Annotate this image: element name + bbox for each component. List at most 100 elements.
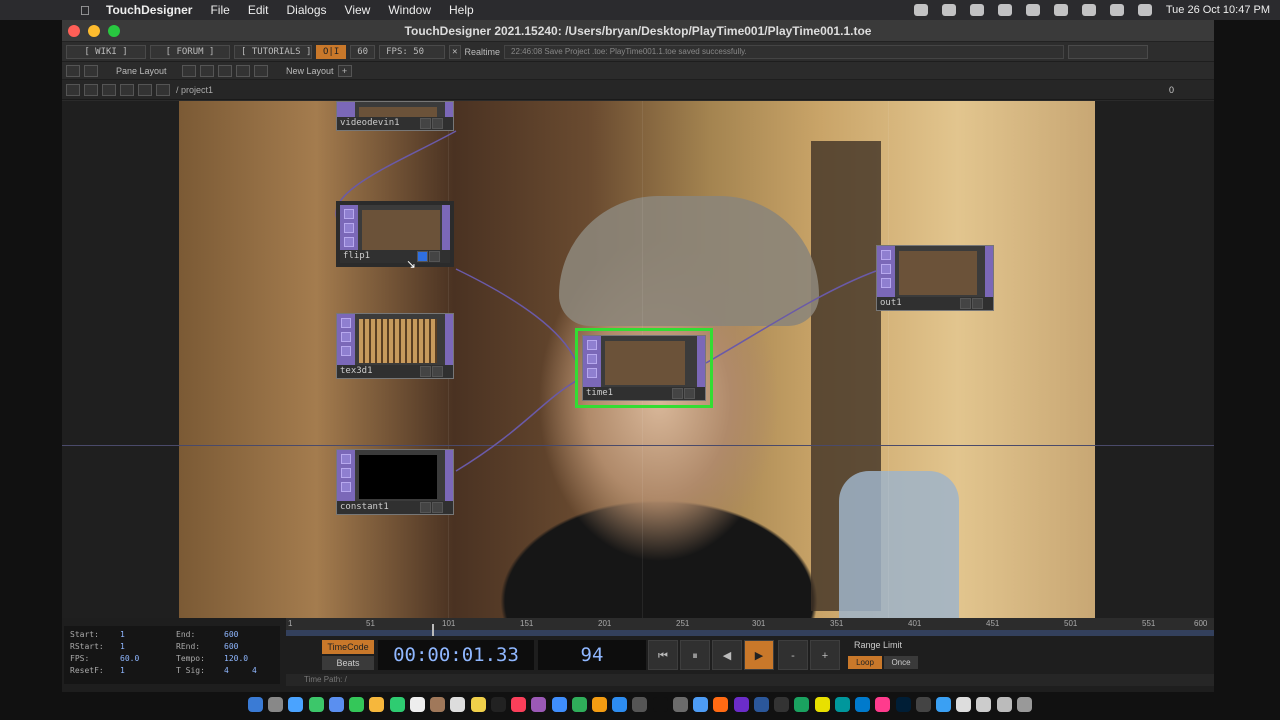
zoom-icon[interactable] — [108, 25, 120, 37]
apple-icon[interactable]:  — [80, 3, 94, 18]
node-display-flag[interactable] — [684, 388, 695, 399]
activity-icon[interactable] — [915, 696, 931, 712]
chevron-down-icon[interactable] — [66, 83, 80, 96]
maps-icon[interactable] — [349, 696, 365, 712]
node-flip1[interactable]: flip1 — [336, 201, 454, 267]
add-icon[interactable] — [120, 83, 134, 96]
system-preferences-icon[interactable] — [632, 696, 648, 712]
safari-icon[interactable] — [288, 696, 304, 712]
podcasts-icon[interactable] — [531, 696, 547, 712]
menu-dialogs[interactable]: Dialogs — [287, 3, 327, 17]
back-icon[interactable] — [102, 83, 116, 96]
node-tex3d1[interactable]: tex3d1 — [336, 313, 454, 379]
node-out1[interactable]: out1 — [876, 245, 994, 311]
start-value[interactable]: 1 — [120, 630, 125, 639]
node-display-flag[interactable] — [432, 502, 443, 513]
wifi-icon[interactable] — [1081, 4, 1096, 16]
downloads-folder-icon[interactable] — [935, 696, 951, 712]
control-center-icon[interactable] — [1137, 4, 1152, 16]
network-path[interactable]: / project1 — [176, 85, 213, 95]
time-machine-icon[interactable] — [969, 4, 984, 16]
time-path-field[interactable]: Time Path: / — [286, 674, 1214, 686]
play-reverse-icon[interactable]: ◀ — [712, 640, 742, 670]
new-layout-button[interactable]: New Layout — [286, 66, 334, 76]
menu-file[interactable]: File — [210, 3, 229, 17]
notes-icon[interactable] — [470, 696, 486, 712]
tv-icon[interactable] — [490, 696, 506, 712]
node-viewer-flag[interactable] — [420, 366, 431, 377]
loop-button[interactable]: Loop — [848, 656, 882, 669]
menu-edit[interactable]: Edit — [248, 3, 269, 17]
volume-icon[interactable] — [997, 4, 1012, 16]
search-icon[interactable] — [1109, 4, 1124, 16]
once-button[interactable]: Once — [884, 656, 918, 669]
github-icon[interactable] — [774, 696, 790, 712]
tsig-denominator[interactable]: 4 — [252, 666, 257, 675]
step-back-button[interactable]: - — [778, 640, 808, 670]
node-viewer-flag[interactable] — [960, 298, 971, 309]
node-time1[interactable]: time1 — [575, 328, 713, 408]
screenshots-stack-icon[interactable] — [976, 696, 992, 712]
node-viewer-flag[interactable] — [420, 118, 431, 129]
menu-app-name[interactable]: TouchDesigner — [106, 3, 192, 17]
home-icon[interactable] — [156, 83, 170, 96]
node-videodevin1[interactable]: videodevin1 — [336, 101, 454, 131]
tsig-numerator[interactable]: 4 — [224, 666, 229, 675]
pane-icon[interactable] — [66, 64, 80, 77]
wiki-button[interactable]: [ WIKI ] — [66, 44, 146, 59]
end-value[interactable]: 600 — [224, 630, 238, 639]
node-viewer-flag[interactable] — [672, 388, 683, 399]
pages-icon[interactable] — [591, 696, 607, 712]
timeline-ruler[interactable]: 1 51 101 151 201 251 301 351 401 451 501… — [286, 618, 1214, 630]
node-display-flag[interactable] — [432, 366, 443, 377]
trash-icon[interactable] — [1016, 696, 1032, 712]
node-viewer-flag[interactable] — [420, 502, 431, 513]
layout-split-v-button[interactable] — [200, 64, 214, 77]
timecode-display[interactable]: 00:00:01.33 — [378, 640, 534, 670]
add-layout-button[interactable]: + — [337, 64, 352, 77]
bluetooth-icon[interactable] — [1025, 4, 1040, 16]
playhead[interactable] — [431, 624, 434, 636]
menu-window[interactable]: Window — [388, 3, 431, 17]
arduino-icon[interactable] — [834, 696, 850, 712]
firefox-icon[interactable] — [713, 696, 729, 712]
recent-stack-icon[interactable] — [996, 696, 1012, 712]
close-icon[interactable] — [68, 25, 80, 37]
tempo-value[interactable]: 120.0 — [224, 654, 248, 663]
keynote-icon[interactable] — [612, 696, 628, 712]
launchpad-icon[interactable] — [268, 696, 284, 712]
layout-triple-button[interactable] — [254, 64, 268, 77]
battery-icon[interactable] — [1053, 4, 1068, 16]
wire[interactable] — [705, 270, 877, 364]
documents-stack-icon[interactable] — [956, 696, 972, 712]
beats-mode-button[interactable]: Beats — [322, 656, 374, 670]
layout-quad-button[interactable] — [236, 64, 250, 77]
chrome-icon[interactable] — [794, 696, 810, 712]
import-icon[interactable] — [84, 64, 98, 77]
app-store-icon[interactable] — [551, 696, 567, 712]
vscode-icon[interactable] — [855, 696, 871, 712]
pause-icon[interactable]: ⏸ — [680, 640, 710, 670]
messages-icon[interactable] — [308, 696, 324, 712]
menu-help[interactable]: Help — [449, 3, 474, 17]
node-display-flag[interactable] — [972, 298, 983, 309]
layout-single-button[interactable] — [182, 64, 196, 77]
star-icon[interactable] — [138, 83, 152, 96]
menu-view[interactable]: View — [345, 3, 371, 17]
resetf-value[interactable]: 1 — [120, 666, 125, 675]
node-constant1[interactable]: constant1 — [336, 449, 454, 515]
fps-value[interactable]: 60.0 — [120, 654, 139, 663]
realtime-checkbox[interactable]: ✕ — [449, 44, 461, 59]
finder-icon[interactable] — [248, 696, 263, 712]
photoshop-icon[interactable] — [895, 696, 911, 712]
toolbar-extra-field[interactable] — [1068, 44, 1149, 59]
contacts-icon[interactable] — [430, 696, 446, 712]
rstart-value[interactable]: 1 — [120, 642, 125, 651]
photos-icon[interactable] — [369, 696, 385, 712]
rewind-icon[interactable]: ⏮ — [648, 640, 678, 670]
play-icon[interactable]: ▶ — [744, 640, 774, 670]
layout-split-h-button[interactable] — [218, 64, 232, 77]
reminders-icon[interactable] — [450, 696, 466, 712]
stop-icon[interactable] — [84, 83, 98, 96]
wire[interactable] — [455, 380, 577, 472]
